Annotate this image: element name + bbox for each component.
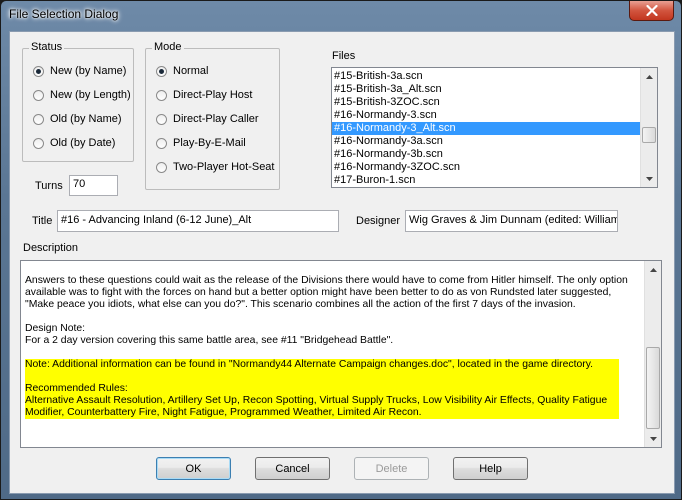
files-list: #15-British-3a.scn #15-British-3a_Alt.sc… (332, 70, 640, 187)
radio-button[interactable] (156, 65, 167, 77)
radio-label: Direct-Play Caller (173, 113, 259, 125)
mode-option-direct-play-host[interactable]: Direct-Play Host (156, 89, 252, 101)
mode-option-direct-play-caller[interactable]: Direct-Play Caller (156, 113, 259, 125)
scroll-thumb[interactable] (646, 347, 660, 429)
radio-button[interactable] (156, 161, 167, 173)
radio-button[interactable] (33, 89, 44, 101)
title-input[interactable]: #16 - Advancing Inland (6-12 June)_Alt (57, 210, 339, 232)
description-line: For a 2 day version covering this same b… (25, 335, 394, 346)
highlighted-note: Note: Additional information can be foun… (25, 359, 619, 419)
radio-label: New (by Name) (50, 65, 127, 77)
designer-input[interactable]: Wig Graves & Jim Dunnam (edited: William… (405, 210, 618, 232)
radio-button[interactable] (156, 137, 167, 149)
radio-button[interactable] (156, 89, 167, 101)
turns-input[interactable]: 70 (69, 175, 118, 196)
file-item[interactable]: #17-Buron-1.scn (332, 174, 640, 187)
file-item[interactable]: #16-Normandy-3a.scn (332, 135, 640, 148)
description-text: Answers to these questions could wait as… (25, 275, 641, 419)
status-option-new-by-name[interactable]: New (by Name) (33, 65, 126, 77)
file-item[interactable]: #15-British-3ZOC.scn (332, 96, 640, 109)
mode-group: Mode Normal Direct-Play Host Direct-Play… (145, 41, 280, 190)
file-item[interactable]: #16-Normandy-3b.scn (332, 148, 640, 161)
mode-group-label: Mode (152, 41, 184, 53)
description-line (25, 311, 641, 323)
description-textarea[interactable]: Answers to these questions could wait as… (20, 260, 662, 448)
title-label: Title (32, 215, 53, 227)
radio-label: Normal (173, 65, 209, 77)
dialog-body: Status New (by Name) New (by Length) Old… (9, 31, 675, 494)
description-label: Description (23, 242, 79, 254)
close-button[interactable] (629, 1, 674, 21)
description-line: Recommended Rules: (25, 383, 128, 394)
help-button[interactable]: Help (453, 457, 528, 480)
description-line: Design Note: (25, 323, 86, 334)
close-icon (645, 5, 658, 16)
radio-label: Direct-Play Host (173, 89, 253, 101)
description-scrollbar[interactable] (644, 261, 661, 447)
description-line: Modifier, Counterbattery Fire, Night Fat… (25, 407, 422, 418)
radio-label: Old (by Date) (50, 137, 116, 149)
window-title: File Selection Dialog (9, 7, 119, 21)
delete-button[interactable]: Delete (354, 457, 429, 480)
radio-label: Two-Player Hot-Seat (173, 161, 275, 173)
files-scrollbar[interactable] (640, 68, 657, 187)
status-option-old-by-name[interactable]: Old (by Name) (33, 113, 122, 125)
title-bar[interactable]: File Selection Dialog (1, 1, 681, 29)
scroll-up-button[interactable] (641, 68, 657, 85)
arrow-up-icon (645, 74, 653, 79)
description-line: available was to fight with the forces o… (25, 287, 612, 298)
description-line: "Make peace you idiots, what else can yo… (25, 299, 576, 310)
files-label: Files (332, 50, 356, 62)
file-item[interactable]: #15-British-3a.scn (332, 70, 640, 83)
scroll-thumb[interactable] (642, 127, 656, 143)
radio-button[interactable] (33, 65, 44, 77)
file-item[interactable]: #16-Normandy-3.scn (332, 109, 640, 122)
arrow-down-icon (649, 436, 657, 441)
files-listbox[interactable]: #15-British-3a.scn #15-British-3a_Alt.sc… (331, 67, 658, 188)
radio-label: Play-By-E-Mail (173, 137, 246, 149)
ok-button[interactable]: OK (156, 457, 231, 480)
description-line: Answers to these questions could wait as… (25, 275, 628, 286)
arrow-down-icon (645, 176, 653, 181)
designer-label: Designer (356, 215, 401, 227)
status-option-old-by-date[interactable]: Old (by Date) (33, 137, 115, 149)
status-group: Status New (by Name) New (by Length) Old… (22, 41, 134, 162)
mode-option-normal[interactable]: Normal (156, 65, 208, 77)
radio-label: New (by Length) (50, 89, 131, 101)
mode-option-two-player-hot-seat[interactable]: Two-Player Hot-Seat (156, 161, 274, 173)
scroll-up-button[interactable] (645, 261, 661, 278)
turns-label: Turns (35, 180, 63, 192)
file-item[interactable]: #15-British-3a_Alt.scn (332, 83, 640, 96)
radio-button[interactable] (156, 113, 167, 125)
radio-label: Old (by Name) (50, 113, 122, 125)
cancel-button[interactable]: Cancel (255, 457, 330, 480)
description-line: Alternative Assault Resolution, Artiller… (25, 395, 608, 406)
arrow-up-icon (649, 267, 657, 272)
radio-button[interactable] (33, 137, 44, 149)
status-option-new-by-length[interactable]: New (by Length) (33, 89, 131, 101)
radio-button[interactable] (33, 113, 44, 125)
file-item[interactable]: #16-Normandy-3ZOC.scn (332, 161, 640, 174)
scroll-down-button[interactable] (641, 170, 657, 187)
file-selection-dialog: File Selection Dialog Status New (by Nam… (0, 0, 682, 500)
file-item-selected[interactable]: #16-Normandy-3_Alt.scn (332, 122, 640, 135)
scroll-down-button[interactable] (645, 430, 661, 447)
description-line: Note: Additional information can be foun… (25, 359, 594, 370)
description-line (25, 347, 641, 359)
description-line (25, 371, 619, 383)
status-group-label: Status (29, 41, 65, 53)
mode-option-play-by-email[interactable]: Play-By-E-Mail (156, 137, 246, 149)
